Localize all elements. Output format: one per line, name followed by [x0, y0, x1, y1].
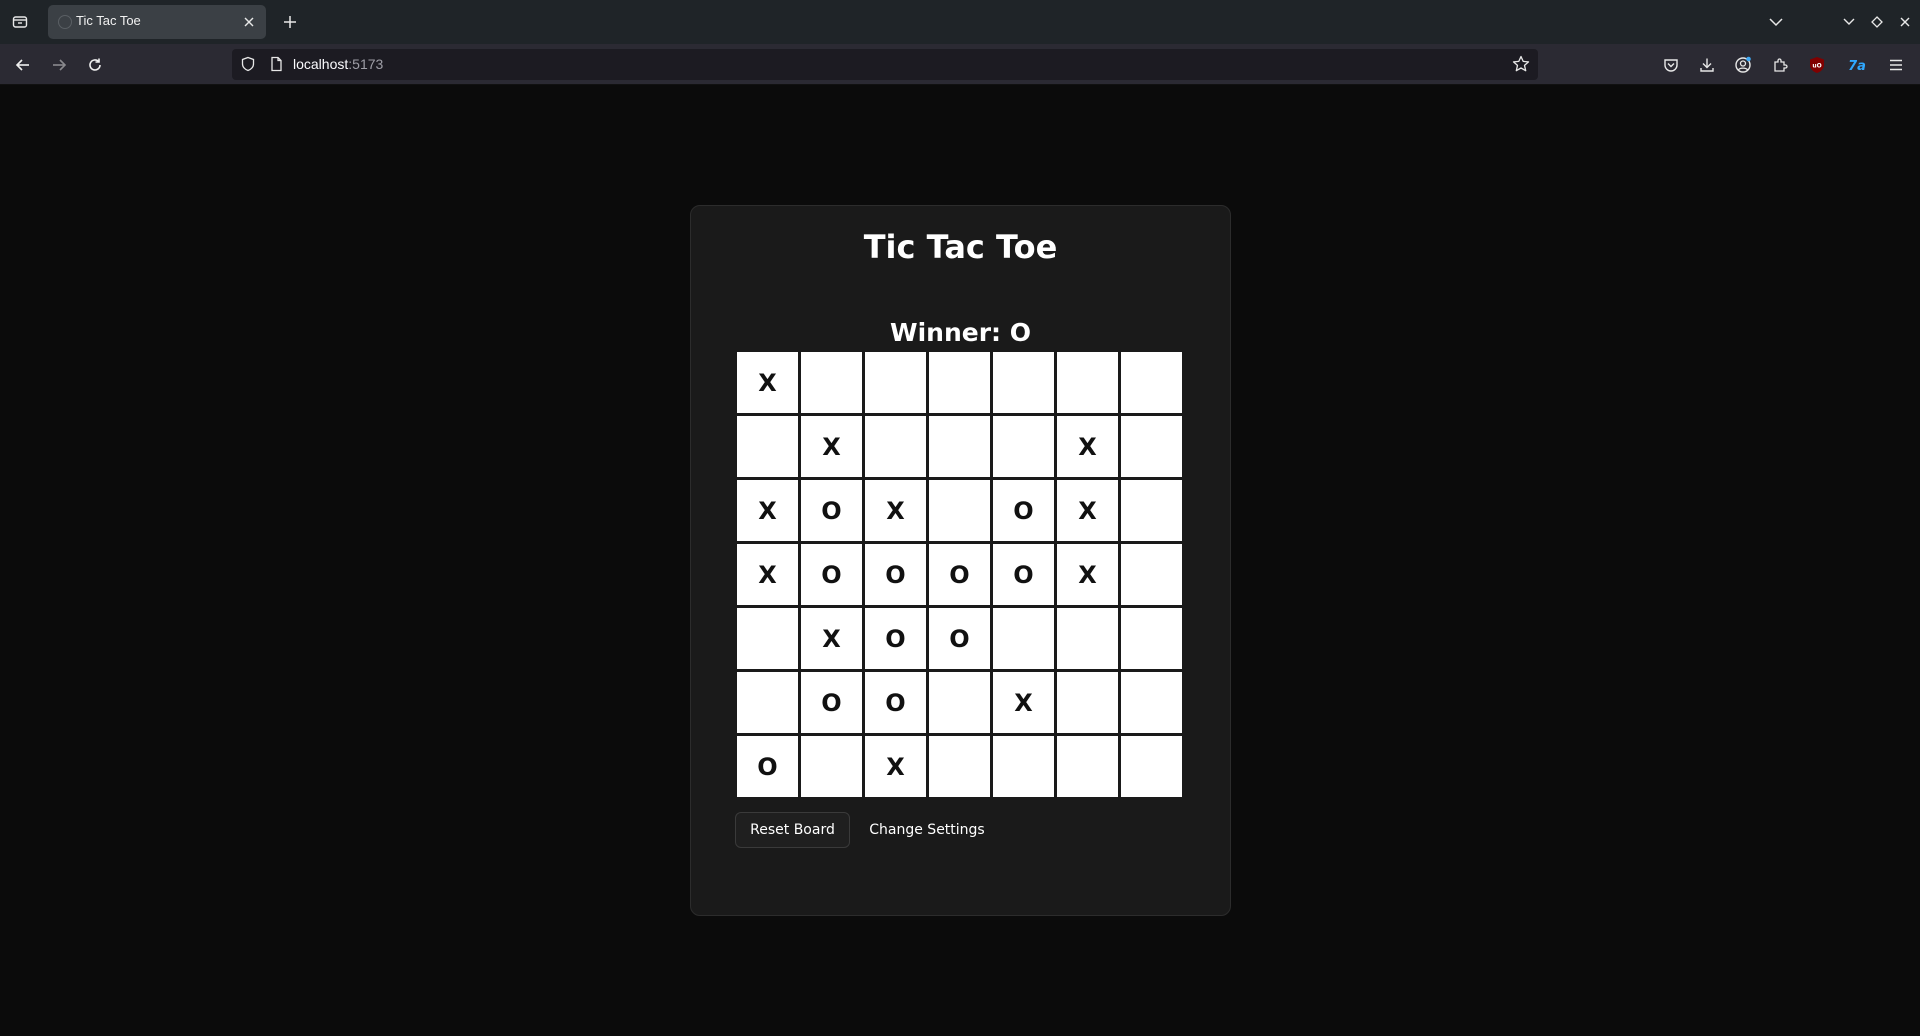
browser-tab-bar: Tic Tac Toe	[0, 0, 1920, 44]
board-cell[interactable]	[1121, 672, 1182, 733]
board-cell[interactable]	[1121, 608, 1182, 669]
reset-board-button[interactable]: Reset Board	[735, 812, 850, 848]
board-cell[interactable]	[737, 608, 798, 669]
back-arrow-icon[interactable]	[9, 51, 37, 79]
board-cell[interactable]	[1121, 480, 1182, 541]
board-cell[interactable]: O	[929, 544, 990, 605]
close-window-icon[interactable]	[1893, 10, 1917, 34]
page-title: Tic Tac Toe	[863, 228, 1058, 266]
game-board: XXXXOXOXXOOOOXXOOOOXOX	[737, 352, 1182, 797]
game-card: Tic Tac Toe Winner: O XXXXOXOXXOOOOXXOOO…	[690, 205, 1231, 916]
board-cell[interactable]	[993, 416, 1054, 477]
maximize-diamond-icon[interactable]	[1865, 10, 1889, 34]
forward-arrow-icon[interactable]	[45, 51, 73, 79]
board-cell[interactable]	[1121, 352, 1182, 413]
board-cell[interactable]: X	[1057, 480, 1118, 541]
tab-list-icon[interactable]	[8, 10, 32, 34]
board-cell[interactable]	[1057, 352, 1118, 413]
board-cell[interactable]: O	[801, 672, 862, 733]
board-cell[interactable]	[929, 352, 990, 413]
winner-status: Winner: O	[890, 318, 1031, 347]
board-cell[interactable]	[929, 736, 990, 797]
board-cell[interactable]	[993, 608, 1054, 669]
board-cell[interactable]	[1121, 544, 1182, 605]
board-cell[interactable]	[929, 416, 990, 477]
bookmark-star-icon[interactable]	[1512, 55, 1530, 73]
shield-icon[interactable]	[240, 56, 256, 72]
reload-icon[interactable]	[81, 51, 109, 79]
board-cell[interactable]	[993, 736, 1054, 797]
board-cell[interactable]	[1057, 672, 1118, 733]
board-cell[interactable]: X	[801, 608, 862, 669]
board-cell[interactable]	[929, 480, 990, 541]
url-bar[interactable]: localhost:5173	[232, 49, 1538, 80]
account-icon[interactable]	[1729, 51, 1757, 79]
board-cell[interactable]: O	[993, 480, 1054, 541]
board-cell[interactable]	[865, 352, 926, 413]
board-cell[interactable]: O	[993, 544, 1054, 605]
url-text[interactable]: localhost:5173	[293, 56, 383, 72]
hamburger-menu-icon[interactable]	[1882, 51, 1910, 79]
board-cell[interactable]: X	[737, 480, 798, 541]
board-cell[interactable]: O	[929, 608, 990, 669]
board-cell[interactable]: X	[993, 672, 1054, 733]
board-cell[interactable]	[801, 352, 862, 413]
translate-extension-icon[interactable]: 7a	[1843, 51, 1871, 79]
board-cell[interactable]	[993, 352, 1054, 413]
tab-title: Tic Tac Toe	[76, 13, 141, 28]
page-icon[interactable]	[268, 56, 284, 72]
board-cell[interactable]: O	[801, 544, 862, 605]
minimize-chevron-icon[interactable]	[1837, 10, 1861, 34]
board-cell[interactable]	[1057, 736, 1118, 797]
board-cell[interactable]: X	[1057, 544, 1118, 605]
browser-tab[interactable]: Tic Tac Toe	[48, 5, 266, 39]
list-all-tabs-chevron-icon[interactable]	[1764, 10, 1788, 34]
board-cell[interactable]	[737, 416, 798, 477]
tab-favicon-icon	[58, 15, 72, 29]
board-cell[interactable]: X	[1057, 416, 1118, 477]
board-cell[interactable]	[865, 416, 926, 477]
board-cell[interactable]: O	[865, 544, 926, 605]
board-cell[interactable]: X	[801, 416, 862, 477]
board-cell[interactable]	[801, 736, 862, 797]
board-cell[interactable]: X	[737, 352, 798, 413]
board-cell[interactable]: O	[737, 736, 798, 797]
change-settings-button[interactable]: Change Settings	[861, 812, 993, 848]
board-cell[interactable]	[737, 672, 798, 733]
board-cell[interactable]: O	[801, 480, 862, 541]
board-cell[interactable]	[929, 672, 990, 733]
pocket-icon[interactable]	[1657, 51, 1685, 79]
extensions-icon[interactable]	[1766, 51, 1794, 79]
board-cell[interactable]: O	[865, 672, 926, 733]
downloads-icon[interactable]	[1693, 51, 1721, 79]
board-cell[interactable]	[1121, 416, 1182, 477]
url-port: :5173	[348, 56, 384, 72]
tab-close-icon[interactable]	[240, 13, 258, 31]
new-tab-icon[interactable]	[278, 10, 302, 34]
board-cell[interactable]: X	[865, 736, 926, 797]
board-cell[interactable]	[1057, 608, 1118, 669]
ublock-origin-icon[interactable]: uO	[1803, 51, 1831, 79]
svg-text:7a: 7a	[1848, 59, 1866, 73]
board-cell[interactable]: X	[737, 544, 798, 605]
browser-nav-bar: localhost:5173 uO 7a	[0, 44, 1920, 85]
board-cell[interactable]: O	[865, 608, 926, 669]
url-host: localhost	[293, 56, 349, 72]
board-cell[interactable]: X	[865, 480, 926, 541]
board-cell[interactable]	[1121, 736, 1182, 797]
svg-text:uO: uO	[1812, 63, 1821, 70]
